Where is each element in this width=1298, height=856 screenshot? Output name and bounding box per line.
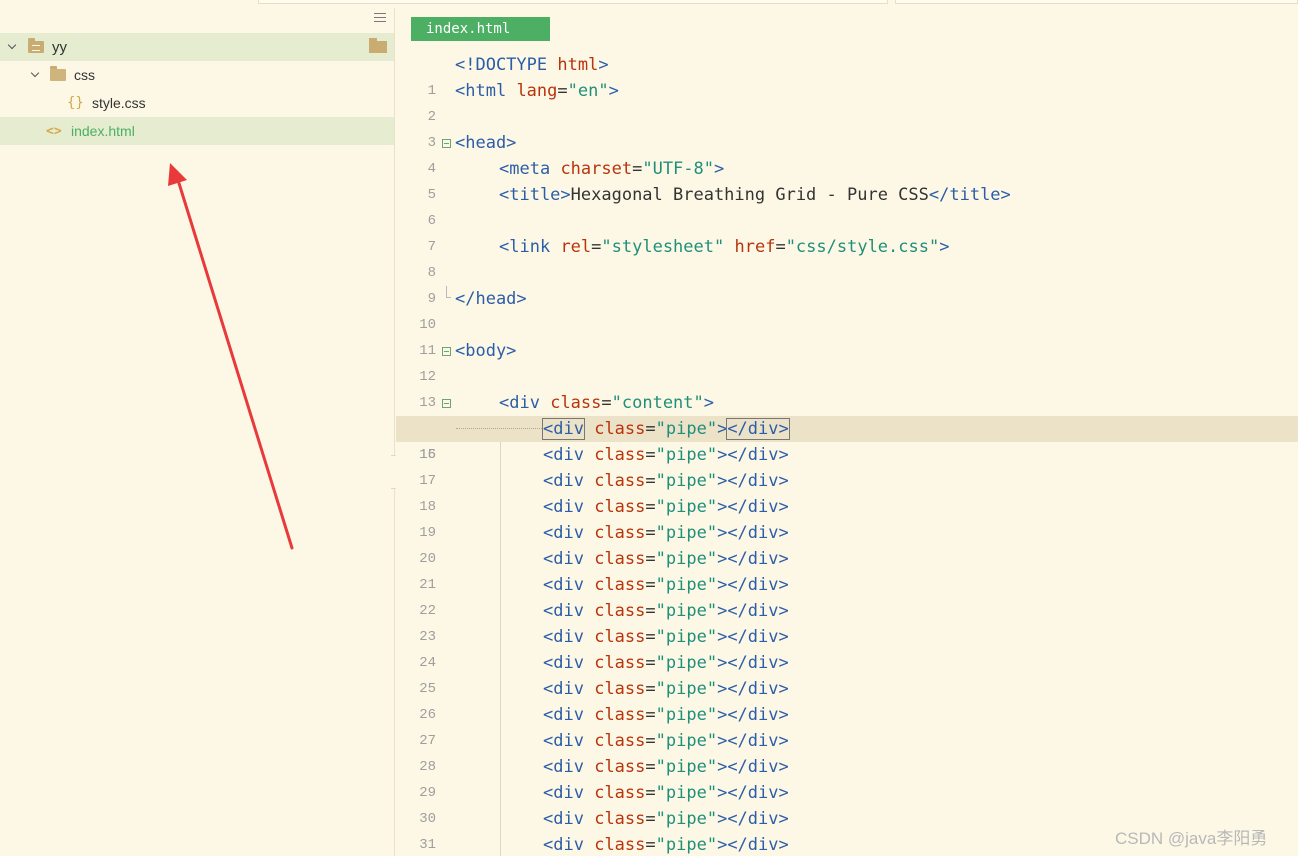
code-line: 20 <div class="pipe"></div> [396, 546, 1298, 572]
code-editor[interactable]: index.html 1 <!DOCTYPE html> 2 <html lan… [396, 8, 1298, 856]
code-line: 16 <div class="pipe"></div> [396, 442, 1298, 468]
toolbar-segment [258, 0, 888, 4]
fold-toggle-icon[interactable] [442, 139, 451, 148]
fold-toggle-icon[interactable] [442, 399, 451, 408]
code-line: 23 <div class="pipe"></div> [396, 624, 1298, 650]
line-number: 25 [419, 681, 436, 697]
code-line: 10 </head> [396, 286, 1298, 333]
code-line: 9 [396, 260, 1298, 307]
code-line: 5 <meta charset="UTF-8"> [396, 156, 1298, 203]
fold-toggle-icon[interactable] [442, 347, 451, 356]
line-number: 16 [419, 447, 436, 463]
code-line: 22 <div class="pipe"></div> [396, 598, 1298, 624]
project-name: yy [52, 38, 67, 56]
file-label: index.html [71, 123, 135, 139]
project-folder-icon [28, 38, 44, 53]
whitespace-dots [456, 428, 542, 429]
line-number: 22 [419, 603, 436, 619]
matched-tag: </div> [726, 418, 790, 440]
token: <head> [455, 133, 517, 153]
code-line: 21 <div class="pipe"></div> [396, 572, 1298, 598]
matched-tag: <div [542, 418, 585, 440]
code-line: 8 <link rel="stylesheet" href="css/style… [396, 234, 1298, 281]
line-number: 21 [419, 577, 436, 593]
token: html [557, 55, 599, 75]
top-strip [0, 0, 1298, 8]
code-line: 1 <!DOCTYPE html> [396, 52, 1298, 99]
line-number: 23 [419, 629, 436, 645]
code-line: 7 [396, 208, 1298, 255]
tree-item-index-html[interactable]: <> index.html [0, 117, 394, 145]
chevron-down-icon[interactable] [8, 42, 18, 52]
code-line: 28 <div class="pipe"></div> [396, 754, 1298, 780]
code-line: 25 <div class="pipe"></div> [396, 676, 1298, 702]
project-explorer: yy css {} style.css <> index.html [0, 8, 395, 856]
title-text: Hexagonal Breathing Grid - Pure CSS [570, 185, 929, 205]
line-number: 26 [419, 707, 436, 723]
token: <!DOCTYPE [455, 55, 558, 75]
tab-index-html[interactable]: index.html [411, 17, 550, 41]
line-number: 29 [419, 785, 436, 801]
code-line: 19 <div class="pipe"></div> [396, 520, 1298, 546]
token: lang [516, 81, 558, 101]
code-line: 24 <div class="pipe"></div> [396, 650, 1298, 676]
watermark: CSDN @java李阳勇 [1115, 829, 1268, 848]
file-label: style.css [92, 95, 146, 111]
code-line: 14 <div class="content"> [396, 390, 1298, 437]
code-line: 26 <div class="pipe"></div> [396, 702, 1298, 728]
code-line-current: 15 <div class="pipe"></div> [396, 416, 1298, 463]
tree-item-project[interactable]: yy [0, 33, 394, 61]
code-line: 12 <body> [396, 338, 1298, 385]
code-line: 11 [396, 312, 1298, 359]
code-line: 6 <title>Hexagonal Breathing Grid - Pure… [396, 182, 1298, 229]
line-number: 17 [419, 473, 436, 489]
tree-item-style-css[interactable]: {} style.css [0, 89, 394, 117]
code-line: 3 [396, 104, 1298, 151]
line-number: 18 [419, 499, 436, 515]
folder-icon[interactable] [369, 38, 387, 53]
angle-brackets-icon: <> [46, 123, 62, 139]
token: "en" [567, 81, 609, 101]
code-area[interactable]: 1 <!DOCTYPE html> 2 <html lang="en"> 3 4… [396, 52, 1298, 856]
line-number: 24 [419, 655, 436, 671]
toolbar-segment [895, 0, 1298, 4]
line-number: 19 [419, 525, 436, 541]
hamburger-menu-icon[interactable] [374, 13, 386, 23]
token: > [598, 55, 609, 75]
code-line: 17 <div class="pipe"></div> [396, 468, 1298, 494]
line-number: 31 [419, 837, 436, 853]
code-line: 4 <head> [396, 130, 1298, 177]
folder-label: css [74, 67, 95, 83]
fold-end-marker [446, 286, 451, 298]
line-number: 27 [419, 733, 436, 749]
code-line: 13 [396, 364, 1298, 411]
code-line: 18 <div class="pipe"></div> [396, 494, 1298, 520]
line-number: 20 [419, 551, 436, 567]
token: <html [455, 81, 507, 101]
braces-icon: {} [67, 95, 84, 111]
code-line: 27 <div class="pipe"></div> [396, 728, 1298, 754]
line-number: 30 [419, 811, 436, 827]
tree-item-folder-css[interactable]: css [0, 61, 394, 89]
line-number: 28 [419, 759, 436, 775]
folder-icon [50, 66, 66, 81]
chevron-down-icon[interactable] [31, 70, 41, 80]
code-line: 29 <div class="pipe"></div> [396, 780, 1298, 806]
code-line: 2 <html lang="en"> [396, 78, 1298, 125]
